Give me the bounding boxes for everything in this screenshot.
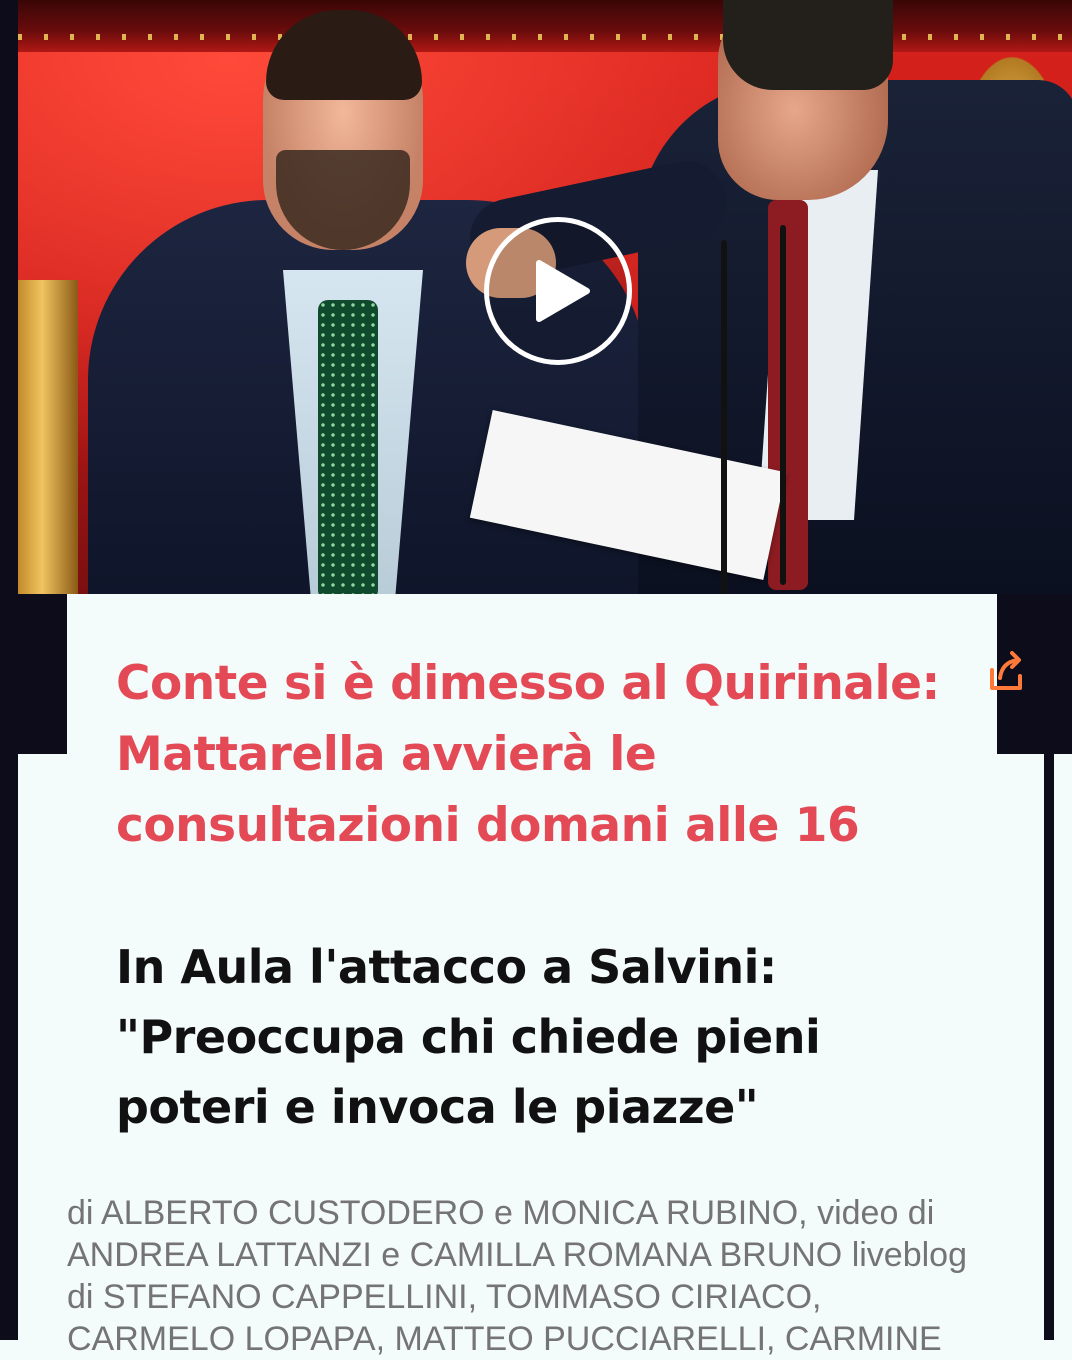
standing-man-tie	[768, 200, 808, 590]
seated-man-tie	[318, 300, 378, 594]
share-icon[interactable]	[986, 648, 1026, 694]
article-headline[interactable]: Conte si è dimesso al Quirinale: Mattare…	[116, 648, 976, 861]
chamber-rail	[18, 0, 1072, 52]
article-subheadline: In Aula l'attacco a Salvini: "Preoccupa …	[116, 940, 821, 1134]
chair-left	[18, 280, 78, 594]
microphone	[721, 240, 727, 594]
article-byline: di ALBERTO CUSTODERO e MONICA RUBINO, vi…	[67, 1194, 967, 1358]
play-button[interactable]	[484, 217, 632, 365]
play-icon	[536, 260, 590, 322]
microphone	[780, 225, 786, 585]
right-border	[1044, 754, 1054, 1340]
standing-man-hair	[723, 0, 893, 90]
left-border	[0, 0, 18, 1340]
